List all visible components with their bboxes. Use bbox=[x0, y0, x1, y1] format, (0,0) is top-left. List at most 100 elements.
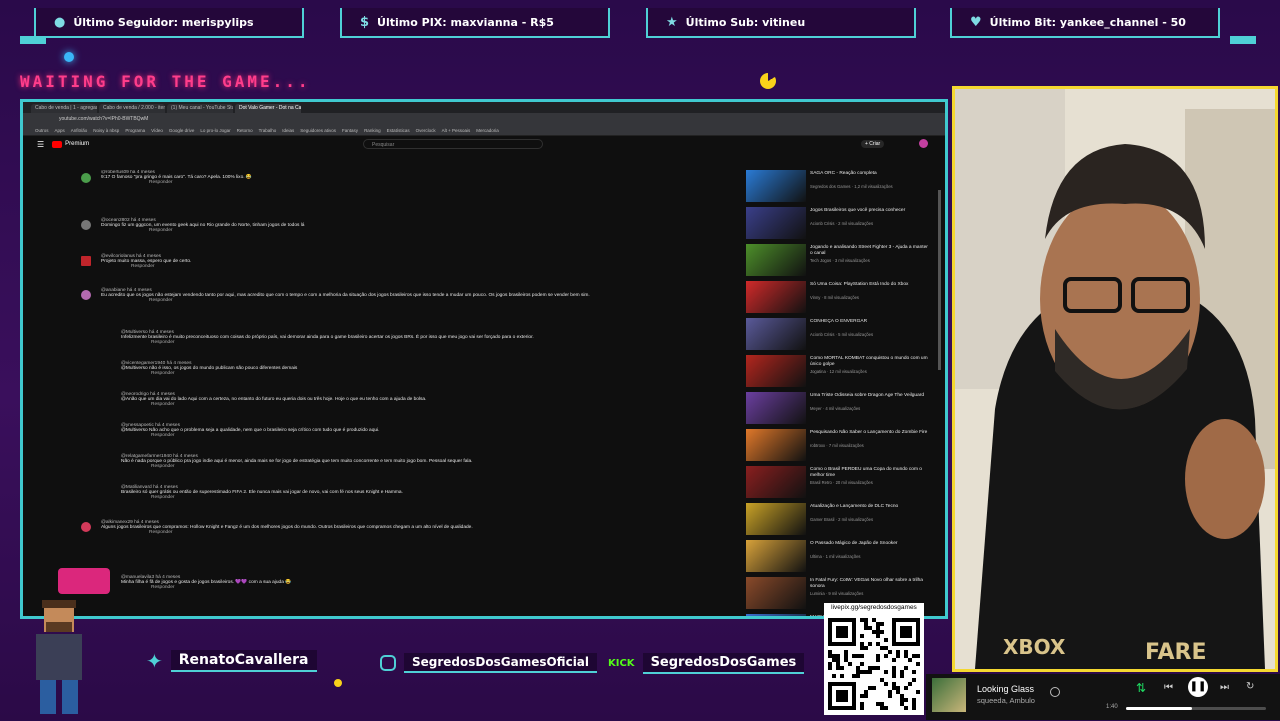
bookmark[interactable]: Mercadoria bbox=[476, 128, 499, 133]
video-thumbnail[interactable] bbox=[746, 614, 806, 616]
reply-button[interactable]: Responder bbox=[151, 495, 403, 500]
related-video[interactable]: O Passado Mágico de Japão de Snooker Ulti… bbox=[746, 540, 936, 574]
avatar[interactable] bbox=[919, 139, 928, 148]
video-thumbnail[interactable] bbox=[746, 392, 806, 424]
video-title[interactable]: CONHEÇA O ENVERGAR bbox=[810, 319, 930, 325]
twitter-icon: ✦ bbox=[146, 649, 163, 673]
reply-button[interactable]: Responder bbox=[151, 340, 534, 345]
reply-button[interactable]: Responder bbox=[151, 585, 291, 590]
bookmark[interactable]: Vídeo bbox=[151, 128, 163, 133]
related-video[interactable]: Como o Brasil PERDEU uma Copa do mundo c… bbox=[746, 466, 936, 500]
related-video[interactable]: Uma Triste Odisseia sobre Dragon Age The… bbox=[746, 392, 936, 426]
video-title[interactable]: O Passado Mágico de Japão de Snooker bbox=[810, 541, 930, 547]
album-art bbox=[932, 678, 966, 712]
video-title[interactable]: SAGA ORC - Reação completa bbox=[810, 171, 930, 177]
bookmark[interactable]: Outros bbox=[35, 128, 49, 133]
pixel-character-icon bbox=[30, 598, 90, 716]
youtube-logo-icon[interactable] bbox=[52, 140, 63, 148]
add-icon[interactable] bbox=[1050, 687, 1060, 697]
repeat-icon[interactable]: ↻ bbox=[1246, 681, 1254, 692]
related-video[interactable]: Pesquisando Não Saber o Lançamento do Zo… bbox=[746, 429, 936, 463]
comments-section: @robertus09 há 4 meses 9:17 O famoso "pr… bbox=[77, 170, 737, 616]
video-thumbnail[interactable] bbox=[746, 466, 806, 498]
reply-button[interactable]: Responder bbox=[151, 433, 379, 438]
bookmark[interactable]: Alt + Pessoais bbox=[442, 128, 471, 133]
related-video[interactable]: Jogos Brasileiros que você precisa conhe… bbox=[746, 207, 936, 241]
related-video[interactable]: Só Uma Coisa: PlayStation Está Indo do X… bbox=[746, 281, 936, 315]
reply-button[interactable]: Responder bbox=[151, 402, 426, 407]
bookmark[interactable]: Retorno bbox=[237, 128, 253, 133]
video-thumbnail[interactable] bbox=[746, 170, 806, 202]
browser-tab[interactable]: Cabo de venda / 2.000 - iter bbox=[99, 104, 165, 113]
progress-bar[interactable] bbox=[1126, 707, 1266, 710]
video-title[interactable]: Jogos Brasileiros que você precisa conhe… bbox=[810, 208, 930, 214]
video-title[interactable]: Só Uma Coisa: PlayStation Está Indo do X… bbox=[810, 282, 930, 288]
related-video[interactable]: Atualização e Lançamento de DLC Tecno Gam… bbox=[746, 503, 936, 537]
menu-icon[interactable]: ☰ bbox=[37, 140, 44, 149]
reply-button[interactable]: Responder bbox=[131, 264, 191, 269]
video-title[interactable]: Como o Brasil PERDEU uma Copa do mundo c… bbox=[810, 467, 930, 479]
bookmark[interactable]: Programa bbox=[125, 128, 145, 133]
reply-button[interactable]: Responder bbox=[149, 530, 473, 535]
bookmark[interactable]: Anfitrião bbox=[71, 128, 88, 133]
social-twitter[interactable]: ✦ RenatoCavallera bbox=[146, 649, 317, 673]
reply-button[interactable]: Responder bbox=[149, 180, 252, 185]
address-bar[interactable]: youtube.com/watch?v=IPh0-BWTBQwM bbox=[23, 113, 945, 125]
related-video[interactable]: Como MORTAL KOMBAT conquistou o mundo co… bbox=[746, 355, 936, 389]
alert-bits-label: Último Bit: yankee_channel - 50 bbox=[989, 15, 1186, 29]
video-thumbnail[interactable] bbox=[746, 207, 806, 239]
video-thumbnail[interactable] bbox=[746, 540, 806, 572]
bookmark[interactable]: Google drive bbox=[169, 128, 195, 133]
reply-button[interactable]: Responder bbox=[151, 464, 472, 469]
previous-icon[interactable]: ⏮ bbox=[1164, 682, 1173, 693]
scrollbar[interactable] bbox=[938, 190, 941, 370]
video-thumbnail[interactable] bbox=[746, 577, 806, 609]
shuffle-icon[interactable]: ⇅ bbox=[1136, 681, 1146, 695]
video-title[interactable]: Uma Triste Odisseia sobre Dragon Age The… bbox=[810, 393, 930, 399]
related-video[interactable]: Jogando e analisando Street Fighter 3 - … bbox=[746, 244, 936, 278]
video-title[interactable]: Como MORTAL KOMBAT conquistou o mundo co… bbox=[810, 356, 930, 368]
avatar bbox=[81, 173, 91, 183]
search-input[interactable]: Pesquisar bbox=[363, 139, 543, 149]
video-title[interactable]: Jogando e analisando Street Fighter 3 - … bbox=[810, 245, 930, 257]
browser-tab[interactable]: (1) Meu canal - YouTube Studio bbox=[167, 104, 233, 113]
video-title[interactable]: In Fatal Fury: CotW: VEGas Novo olhar so… bbox=[810, 578, 930, 590]
qr-code[interactable] bbox=[824, 613, 924, 715]
bookmark[interactable]: Apps bbox=[55, 128, 65, 133]
video-thumbnail[interactable] bbox=[746, 429, 806, 461]
video-title[interactable]: Pesquisando Não Saber o Lançamento do Zo… bbox=[810, 430, 930, 436]
song-title[interactable]: Looking Glass bbox=[977, 684, 1034, 694]
pause-button[interactable]: ❚❚ bbox=[1188, 677, 1208, 697]
related-video[interactable]: SAGA ORC - Reação completa Segredos dos G… bbox=[746, 170, 936, 204]
bookmark[interactable]: Lo pro-lo Jogar bbox=[200, 128, 230, 133]
comment: @alkimanex29 há 4 meses Alguns jogos bra… bbox=[101, 520, 473, 535]
next-icon[interactable]: ⏭ bbox=[1220, 682, 1229, 693]
bookmark[interactable]: Ranking bbox=[364, 128, 381, 133]
browser-tab[interactable]: Cabo de venda | 1 - agregado bbox=[31, 104, 97, 113]
twitter-handle: RenatoCavallera bbox=[170, 650, 317, 672]
song-artist[interactable]: squeeda, Ambulo bbox=[977, 696, 1035, 705]
reply-button[interactable]: Responder bbox=[149, 298, 590, 303]
bookmark[interactable]: Fantasy bbox=[342, 128, 358, 133]
video-thumbnail[interactable] bbox=[746, 355, 806, 387]
video-thumbnail[interactable] bbox=[746, 503, 806, 535]
video-meta: Ultima · 1 mil visualizações bbox=[810, 554, 861, 559]
bookmark[interactable]: Overclock bbox=[416, 128, 436, 133]
reply-button[interactable]: Responder bbox=[149, 228, 304, 233]
comment-reply: @Multiverso há 4 meses Infelizmente bras… bbox=[121, 330, 534, 345]
video-thumbnail[interactable] bbox=[746, 318, 806, 350]
browser-tab-active[interactable]: Dot Valo Gamer - Dot na Canal bbox=[235, 104, 301, 113]
social-instagram[interactable]: SegredosDosGamesOficial bbox=[380, 651, 598, 675]
reply-button[interactable]: Responder bbox=[151, 371, 297, 376]
bookmark[interactable]: Trabalho bbox=[259, 128, 277, 133]
video-thumbnail[interactable] bbox=[746, 244, 806, 276]
bookmark[interactable]: Seguidores ativos bbox=[300, 128, 336, 133]
bookmark[interactable]: Estatísticas bbox=[387, 128, 410, 133]
social-kick[interactable]: KICK SegredosDosGames bbox=[608, 651, 805, 675]
video-title[interactable]: Atualização e Lançamento de DLC Tecno bbox=[810, 504, 930, 510]
bookmark[interactable]: Ideias bbox=[282, 128, 294, 133]
bookmark[interactable]: Noisy à nbsp bbox=[93, 128, 119, 133]
create-button[interactable]: + Criar bbox=[861, 140, 885, 148]
video-thumbnail[interactable] bbox=[746, 281, 806, 313]
related-video[interactable]: CONHEÇA O ENVERGAR Acionb Crisis · 5 mil … bbox=[746, 318, 936, 352]
